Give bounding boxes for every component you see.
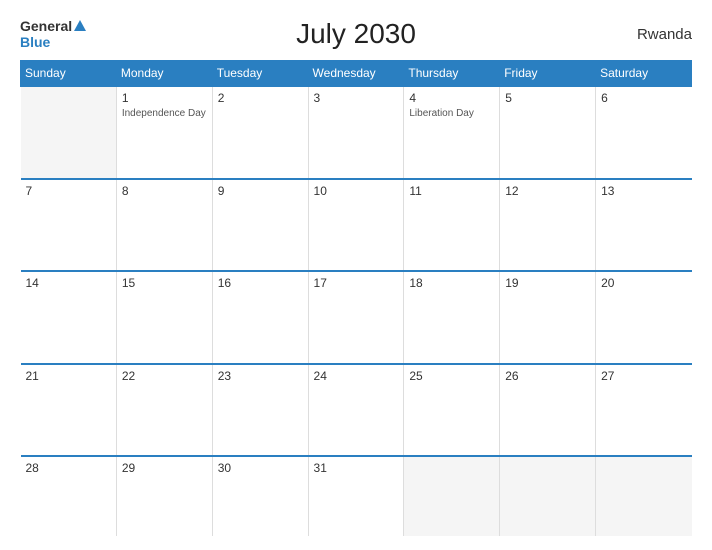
day-number: 10 xyxy=(314,184,399,198)
day-number: 11 xyxy=(409,184,494,198)
calendar-week-row: 789 10 11 12 13 xyxy=(21,179,692,272)
day-number: 19 xyxy=(505,276,590,290)
calendar-week-row: 1 Independence Day 234 Liberation Day 56 xyxy=(21,86,692,179)
table-row: 25 xyxy=(404,364,500,457)
table-row: 21 xyxy=(21,364,117,457)
day-number: 3 xyxy=(314,91,399,105)
table-row: 5 xyxy=(500,86,596,179)
table-row: 23 xyxy=(212,364,308,457)
table-row: 12 xyxy=(500,179,596,272)
calendar-week-row: 21 22 23 24 25 26 27 xyxy=(21,364,692,457)
table-row: 9 xyxy=(212,179,308,272)
day-number: 28 xyxy=(26,461,111,475)
day-number: 8 xyxy=(122,184,207,198)
col-wednesday: Wednesday xyxy=(308,61,404,87)
col-thursday: Thursday xyxy=(404,61,500,87)
day-number: 7 xyxy=(26,184,111,198)
table-row: 7 xyxy=(21,179,117,272)
day-number: 26 xyxy=(505,369,590,383)
table-row: 26 xyxy=(500,364,596,457)
calendar-title: July 2030 xyxy=(100,18,612,50)
header: General Blue July 2030 Rwanda xyxy=(20,18,692,50)
day-number: 29 xyxy=(122,461,207,475)
day-number: 25 xyxy=(409,369,494,383)
col-saturday: Saturday xyxy=(596,61,692,87)
table-row: 22 xyxy=(116,364,212,457)
table-row: 20 xyxy=(596,271,692,364)
day-number: 15 xyxy=(122,276,207,290)
day-number: 24 xyxy=(314,369,399,383)
day-number: 5 xyxy=(505,91,590,105)
holiday-label: Liberation Day xyxy=(409,107,494,120)
table-row: 8 xyxy=(116,179,212,272)
table-row: 29 xyxy=(116,456,212,536)
table-row xyxy=(596,456,692,536)
col-friday: Friday xyxy=(500,61,596,87)
table-row: 17 xyxy=(308,271,404,364)
day-number: 13 xyxy=(601,184,686,198)
table-row: 10 xyxy=(308,179,404,272)
day-number: 2 xyxy=(218,91,303,105)
day-number: 6 xyxy=(601,91,686,105)
table-row: 18 xyxy=(404,271,500,364)
table-row: 13 xyxy=(596,179,692,272)
table-row: 24 xyxy=(308,364,404,457)
day-number: 17 xyxy=(314,276,399,290)
table-row: 15 xyxy=(116,271,212,364)
table-row: 30 xyxy=(212,456,308,536)
calendar-week-row: 14 15 16 17 18 19 20 xyxy=(21,271,692,364)
col-sunday: Sunday xyxy=(21,61,117,87)
table-row: 2 xyxy=(212,86,308,179)
calendar-page: General Blue July 2030 Rwanda Sunday Mon… xyxy=(0,0,712,550)
day-number: 30 xyxy=(218,461,303,475)
day-number: 27 xyxy=(601,369,686,383)
day-number: 4 xyxy=(409,91,494,105)
day-number: 16 xyxy=(218,276,303,290)
table-row: 1 Independence Day xyxy=(116,86,212,179)
holiday-label: Independence Day xyxy=(122,107,207,120)
day-number: 1 xyxy=(122,91,207,105)
day-number: 21 xyxy=(26,369,111,383)
table-row: 16 xyxy=(212,271,308,364)
table-row xyxy=(21,86,117,179)
table-row: 3 xyxy=(308,86,404,179)
table-row: 11 xyxy=(404,179,500,272)
country-label: Rwanda xyxy=(612,26,692,43)
table-row xyxy=(500,456,596,536)
calendar-week-row: 28 29 30 31 xyxy=(21,456,692,536)
table-row: 14 xyxy=(21,271,117,364)
table-row: 19 xyxy=(500,271,596,364)
col-tuesday: Tuesday xyxy=(212,61,308,87)
day-number: 9 xyxy=(218,184,303,198)
logo: General Blue xyxy=(20,18,100,50)
table-row: 28 xyxy=(21,456,117,536)
table-row: 6 xyxy=(596,86,692,179)
day-number: 22 xyxy=(122,369,207,383)
table-row: 31 xyxy=(308,456,404,536)
day-number: 12 xyxy=(505,184,590,198)
day-number: 14 xyxy=(26,276,111,290)
day-number: 20 xyxy=(601,276,686,290)
calendar-header-row: Sunday Monday Tuesday Wednesday Thursday… xyxy=(21,61,692,87)
table-row: 27 xyxy=(596,364,692,457)
table-row xyxy=(404,456,500,536)
col-monday: Monday xyxy=(116,61,212,87)
day-number: 23 xyxy=(218,369,303,383)
calendar-table: Sunday Monday Tuesday Wednesday Thursday… xyxy=(20,60,692,536)
table-row: 4 Liberation Day xyxy=(404,86,500,179)
day-number: 18 xyxy=(409,276,494,290)
day-number: 31 xyxy=(314,461,399,475)
